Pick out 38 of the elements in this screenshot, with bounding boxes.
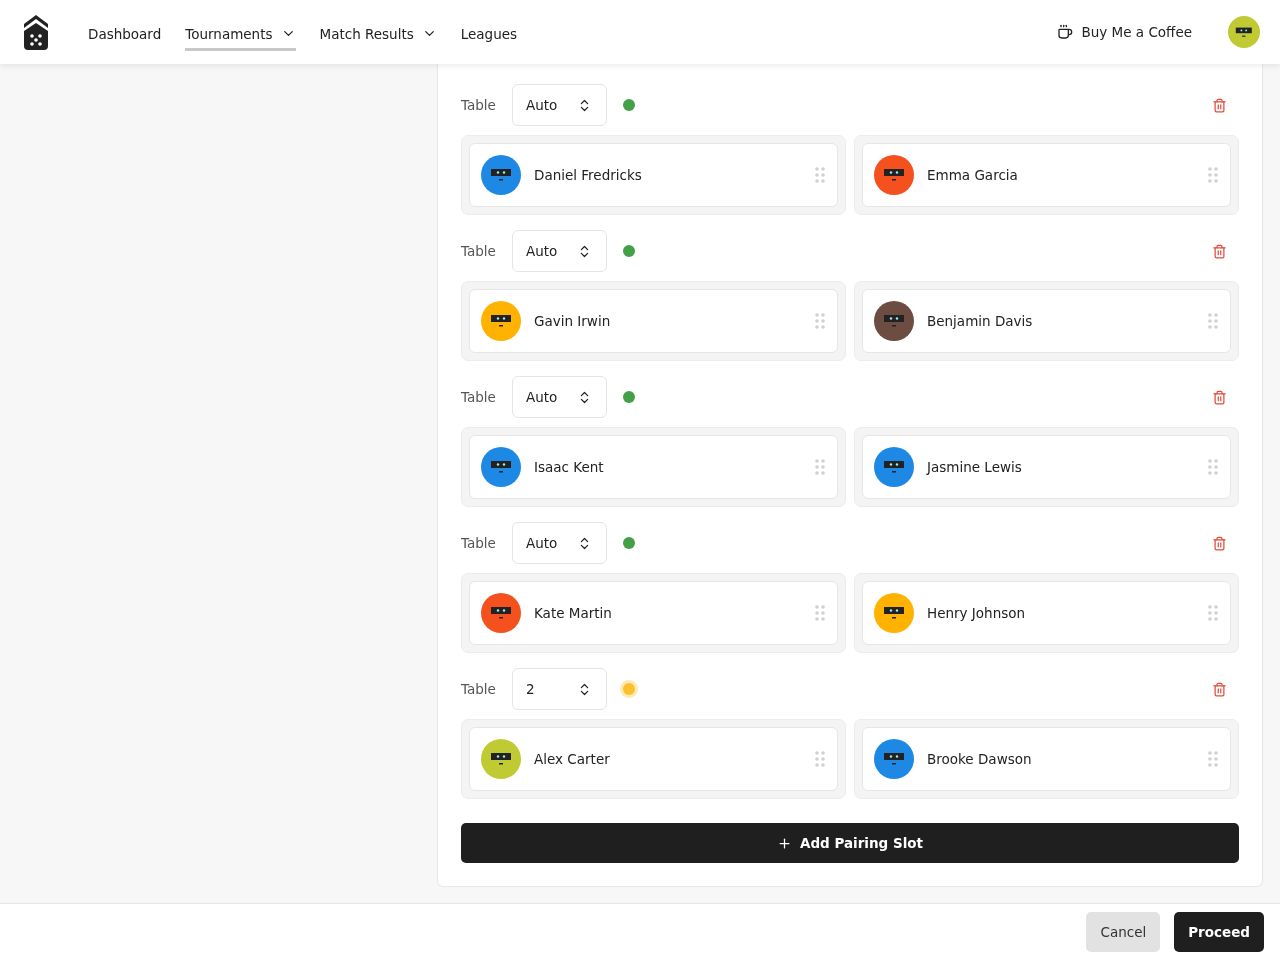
player-name: Alex Carter — [534, 751, 611, 767]
player-card[interactable]: Kate Martin — [469, 581, 838, 645]
player-card[interactable]: Jasmine Lewis — [862, 435, 1231, 499]
table-select[interactable]: Auto — [512, 230, 607, 272]
player-card[interactable]: Alex Carter — [469, 727, 838, 791]
player-card[interactable]: Isaac Kent — [469, 435, 838, 499]
table-select[interactable]: Auto — [512, 376, 607, 418]
player-name: Kate Martin — [534, 605, 613, 621]
player-card[interactable]: Henry Johnson — [862, 581, 1231, 645]
table-label: Table — [461, 681, 497, 697]
table-label: Table — [461, 535, 497, 551]
player-card[interactable]: Gavin Irwin — [469, 289, 838, 353]
player-name: Emma Garcia — [927, 167, 1019, 183]
nav-link[interactable]: Tournaments — [185, 19, 296, 51]
table-label: Table — [461, 389, 497, 405]
player-name: Isaac Kent — [534, 459, 605, 475]
player-card[interactable]: Daniel Fredricks — [469, 143, 838, 207]
player-name: Benjamin Davis — [927, 313, 1034, 329]
proceed-button[interactable]: Proceed — [1174, 912, 1264, 952]
player-card[interactable]: Emma Garcia — [862, 143, 1231, 207]
player-name: Gavin Irwin — [534, 313, 612, 329]
table-select[interactable]: 2 — [512, 668, 607, 710]
nav-link[interactable]: Leagues — [460, 19, 518, 51]
nav-link[interactable]: Dashboard — [88, 19, 162, 51]
player-name: Jasmine Lewis — [927, 459, 1023, 475]
player-card[interactable]: Benjamin Davis — [862, 289, 1231, 353]
table-select[interactable]: Auto — [512, 84, 607, 126]
table-label: Table — [461, 97, 497, 113]
cancel-button[interactable]: Cancel — [1086, 912, 1161, 952]
player-name: Henry Johnson — [927, 605, 1027, 621]
player-name: Brooke Dawson — [927, 751, 1033, 767]
table-label: Table — [461, 243, 497, 259]
add-pairing-slot-button[interactable]: Add Pairing Slot — [461, 823, 1239, 863]
table-select[interactable]: Auto — [512, 522, 607, 564]
nav-link[interactable]: Match Results — [319, 19, 437, 51]
coffee-link[interactable]: Buy Me a Coffee — [1057, 24, 1192, 40]
player-name: Daniel Fredricks — [534, 167, 643, 183]
player-card[interactable]: Brooke Dawson — [862, 727, 1231, 791]
